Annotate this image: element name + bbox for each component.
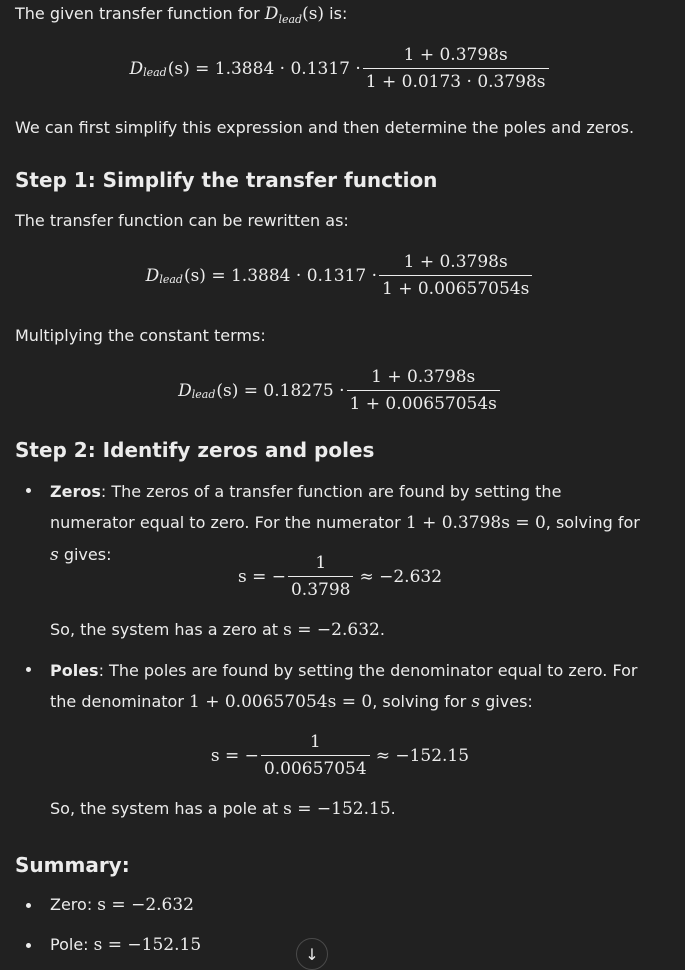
- bullet-dot: [26, 667, 31, 672]
- bullet-dot: [26, 488, 31, 493]
- fraction: 1 + 0.3798s 1 + 0.0173 · 0.3798s: [362, 44, 549, 93]
- fraction: 1 + 0.3798s 1 + 0.00657054s: [378, 251, 533, 300]
- fraction: 1 0.00657054: [260, 731, 370, 780]
- fraction: 1 0.3798: [287, 552, 354, 601]
- intro-math: Dlead(s): [264, 4, 325, 26]
- equation-original: Dlead (s) = 1.3884 · 0.1317 · 1 + 0.3798s…: [15, 44, 665, 93]
- intro-paragraph: The given transfer function for Dlead(s)…: [15, 0, 347, 30]
- summary-heading: Summary:: [15, 853, 130, 877]
- summary-item-pole: Pole: s = −152.15: [15, 931, 665, 959]
- equation-simplified: Dlead (s) = 0.18275 · 1 + 0.3798s 1 + 0.0…: [15, 366, 665, 415]
- scroll-to-bottom-button[interactable]: ↓: [296, 938, 328, 970]
- intro-text-end: is:: [324, 4, 348, 23]
- fraction: 1 + 0.3798s 1 + 0.00657054s: [346, 366, 500, 415]
- equation-zero: s = − 1 0.3798 ≈ −2.632: [237, 552, 443, 601]
- bullet-dot: [26, 903, 31, 908]
- list-item-poles: Poles: The poles are found by setting th…: [15, 655, 665, 718]
- step1-text: The transfer function can be rewritten a…: [15, 211, 349, 230]
- equation-pole: s = − 1 0.00657054 ≈ −152.15: [210, 731, 470, 780]
- arrow-down-icon: ↓: [305, 945, 319, 964]
- pole-conclusion: So, the system has a pole at s = −152.15…: [50, 799, 396, 819]
- multiply-text: Multiplying the constant terms:: [15, 326, 266, 345]
- zero-conclusion: So, the system has a zero at s = −2.632.: [50, 620, 385, 640]
- summary-item-zero: Zero: s = −2.632: [15, 891, 665, 919]
- intro-text: The given transfer function for: [15, 4, 265, 23]
- step2-heading: Step 2: Identify zeros and poles: [15, 438, 375, 462]
- step1-heading: Step 1: Simplify the transfer function: [15, 168, 438, 192]
- equation-rewritten: Dlead (s) = 1.3884 · 0.1317 · 1 + 0.3798s…: [15, 251, 665, 300]
- bullet-dot: [26, 943, 31, 948]
- simplify-paragraph: We can first simplify this expression an…: [15, 118, 635, 137]
- poles-text: Poles: The poles are found by setting th…: [50, 661, 638, 712]
